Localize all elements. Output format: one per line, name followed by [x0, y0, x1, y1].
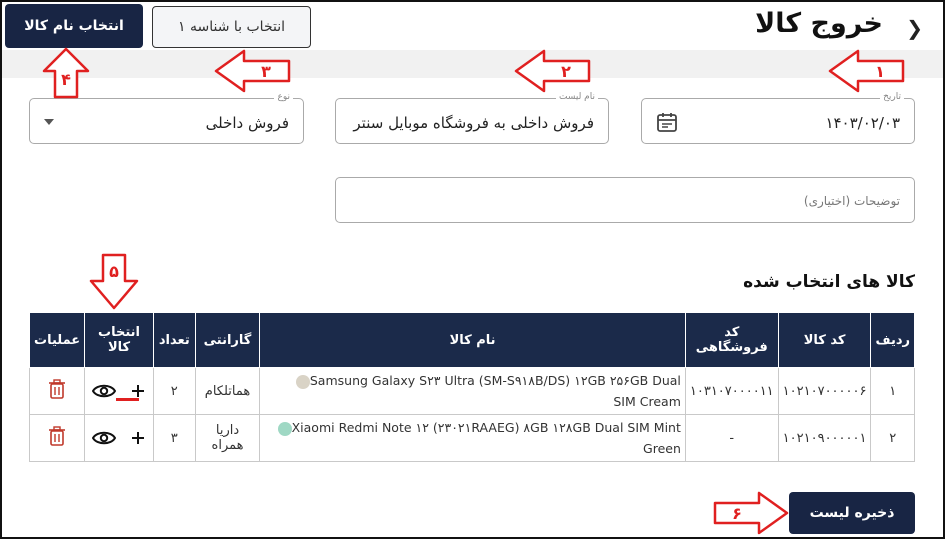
annotation-label-6: ۶ — [732, 504, 742, 523]
header-warranty: گارانتی — [194, 312, 261, 368]
type-select[interactable]: نوع فروش داخلی — [29, 92, 304, 144]
date-field[interactable]: تاریخ ۱۴۰۳/۰۲/۰۳ — [641, 92, 915, 144]
product-name: Xiaomi Redmi Note ۱۲ (۲۳۰۲۱RAAEG) ۸GB ۱۲… — [291, 420, 681, 456]
header-select-product: انتخاب کالا — [84, 312, 154, 368]
row-number: ۱ — [870, 367, 915, 415]
annotation-label-5: ۵ — [109, 262, 119, 281]
trash-icon[interactable] — [48, 379, 66, 399]
row-number: ۲ — [870, 414, 915, 462]
table-header-row: ردیف کد کالا کد فروشگاهی نام کالا گارانت… — [28, 312, 915, 368]
section-title: کالا های انتخاب شده — [743, 272, 915, 292]
header-product-name: نام کالا — [259, 312, 686, 368]
color-swatch — [295, 374, 310, 389]
operations-cell — [28, 367, 86, 415]
calendar-icon[interactable] — [656, 111, 678, 133]
plus-icon[interactable] — [130, 430, 146, 446]
annotation-label-2: ۲ — [561, 62, 571, 81]
table-row: ۲ ۱۰۲۱۰۹۰۰۰۰۰۱ - Xiaomi Redmi Note ۱۲ (۲… — [28, 414, 915, 462]
annotation-arrow-4: ۴ — [42, 47, 90, 99]
operations-cell — [28, 414, 86, 462]
annotation-label-1: ۱ — [875, 62, 885, 81]
store-code: - — [684, 414, 779, 462]
notes-field[interactable]: توضیحات (اختیاری) — [335, 177, 915, 223]
plus-icon[interactable] — [130, 383, 146, 399]
warranty: داریا همراه — [194, 414, 261, 462]
trash-icon[interactable] — [48, 426, 66, 446]
select-cell — [84, 414, 154, 462]
annotation-label-4: ۴ — [61, 70, 71, 89]
annotation-arrow-5: ۵ — [89, 253, 139, 310]
top-bar-strip — [2, 50, 943, 78]
header-operations: عملیات — [28, 312, 86, 368]
color-swatch — [277, 421, 292, 436]
eye-icon[interactable] — [92, 430, 117, 446]
header-product-code: کد کالا — [777, 312, 872, 368]
header-store-code: کد فروشگاهی — [684, 312, 779, 368]
selected-products-table: ردیف کد کالا کد فروشگاهی نام کالا گارانت… — [28, 312, 915, 462]
table-row: ۱ ۱۰۲۱۰۷۰۰۰۰۰۶ ۱۰۳۱۰۷۰۰۰۰۱۱ Samsung Gala… — [28, 367, 915, 415]
list-name-field[interactable]: نام لیست فروش داخلی به فروشگاه موبایل سن… — [335, 92, 609, 144]
annotation-arrow-3: ۳ — [214, 49, 291, 93]
type-value: فروش داخلی — [205, 114, 289, 132]
annotation-label-3: ۳ — [261, 62, 271, 81]
caret-down-icon — [44, 119, 54, 125]
quantity: ۲ — [152, 367, 196, 415]
save-list-button[interactable]: ذخیره لیست — [789, 492, 915, 534]
product-code: ۱۰۲۱۰۹۰۰۰۰۰۱ — [777, 414, 872, 462]
store-code: ۱۰۳۱۰۷۰۰۰۰۱۱ — [684, 367, 779, 415]
header-row-number: ردیف — [870, 312, 915, 368]
select-cell — [84, 367, 154, 415]
product-name-cell: Xiaomi Redmi Note ۱۲ (۲۳۰۲۱RAAEG) ۸GB ۱۲… — [259, 414, 686, 462]
chevron-right-icon[interactable]: ❯ — [906, 16, 923, 40]
annotation-underline — [116, 398, 139, 401]
warranty: هماتلکام — [194, 367, 261, 415]
product-code: ۱۰۲۱۰۷۰۰۰۰۰۶ — [777, 367, 872, 415]
notes-placeholder: توضیحات (اختیاری) — [803, 194, 900, 208]
annotation-arrow-6: ۶ — [713, 491, 789, 535]
page-title: خروج کالا — [755, 8, 883, 39]
annotation-arrow-1: ۱ — [828, 49, 905, 93]
select-by-id-button[interactable]: انتخاب با شناسه ۱ — [152, 6, 311, 48]
eye-icon[interactable] — [92, 383, 117, 399]
quantity: ۳ — [152, 414, 196, 462]
product-name: Samsung Galaxy S۲۳ Ultra (SM-S۹۱۸B/DS) ۱… — [309, 373, 681, 409]
annotation-arrow-2: ۲ — [514, 49, 591, 93]
list-name-value: فروش داخلی به فروشگاه موبایل سنتر — [353, 114, 594, 132]
product-name-cell: Samsung Galaxy S۲۳ Ultra (SM-S۹۱۸B/DS) ۱… — [259, 367, 686, 415]
select-product-name-button[interactable]: انتخاب نام کالا — [5, 4, 143, 48]
header-quantity: تعداد — [152, 312, 196, 368]
date-value: ۱۴۰۳/۰۲/۰۳ — [825, 114, 900, 132]
